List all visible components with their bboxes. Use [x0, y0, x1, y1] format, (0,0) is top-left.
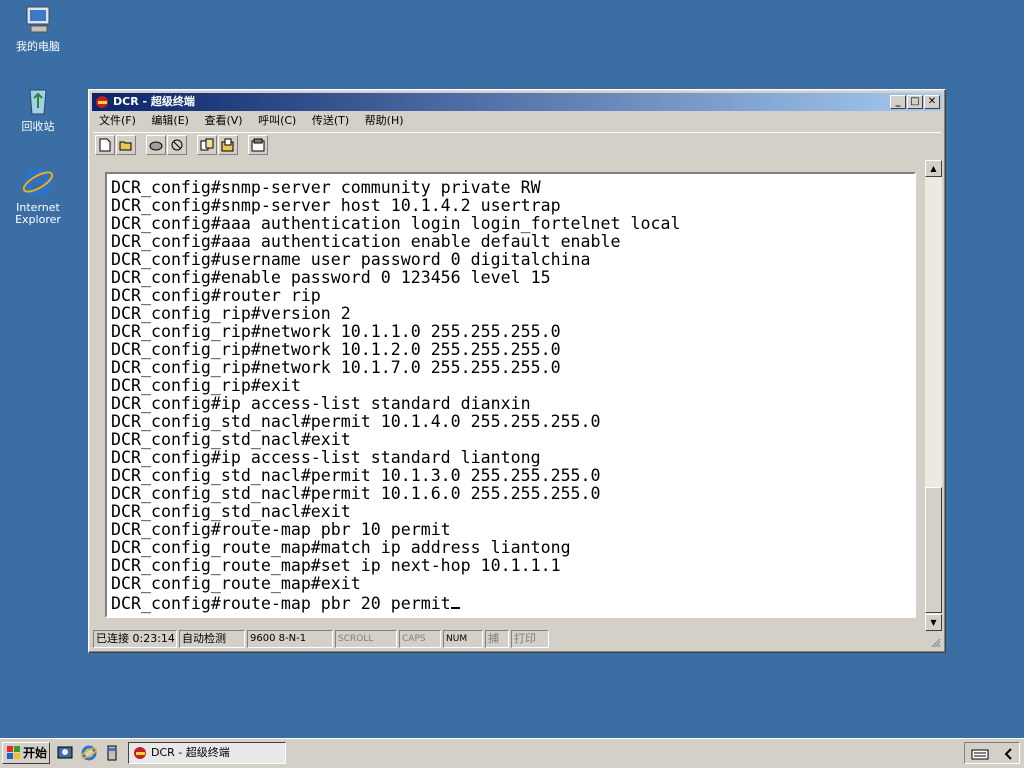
terminal-output[interactable]: DCR_config#snmp-server community private… — [111, 179, 912, 614]
desktop-icon-my-computer[interactable]: 我的电脑 — [0, 4, 76, 53]
receive-icon[interactable] — [218, 135, 238, 155]
desktop-icon-internet-explorer[interactable]: Internet Explorer — [0, 165, 76, 226]
taskbar: 开始 DCR - 超级终端 — [0, 738, 1024, 768]
internet-explorer-icon — [21, 165, 55, 199]
terminal-line: DCR_config_rip#network 10.1.2.0 255.255.… — [111, 340, 561, 359]
terminal-line: DCR_config#enable password 0 123456 leve… — [111, 268, 551, 287]
scroll-down-button[interactable]: ▼ — [925, 614, 942, 631]
window-title: DCR - 超级终端 — [113, 95, 195, 108]
hyperterminal-task-icon — [134, 747, 146, 759]
menu-help[interactable]: 帮助(H) — [359, 112, 410, 130]
hyperterminal-app-icon — [95, 95, 110, 109]
terminal-line: DCR_config#route-map pbr 20 permit — [111, 593, 912, 613]
status-bar: 已连接 0:23:14 自动检测 9600 8-N-1 SCROLL CAPS … — [93, 630, 941, 648]
system-tray — [964, 742, 1020, 764]
show-desktop-icon[interactable] — [56, 744, 74, 762]
terminal-line: DCR_config#ip access-list standard dianx… — [111, 394, 531, 413]
terminal-line: DCR_config_route_map#match ip address li… — [111, 538, 571, 557]
menu-edit[interactable]: 编辑(E) — [145, 112, 195, 130]
vertical-scrollbar[interactable]: ▲ ▼ — [925, 160, 942, 631]
terminal-line: DCR_config_std_nacl#exit — [111, 430, 351, 449]
properties-icon[interactable] — [248, 135, 268, 155]
resize-grip-icon[interactable] — [929, 636, 941, 648]
menu-file[interactable]: 文件(F) — [93, 112, 142, 130]
terminal-line: DCR_config#aaa authentication enable def… — [111, 232, 621, 251]
terminal-frame: DCR_config#snmp-server community private… — [105, 172, 916, 618]
windows-explorer-icon[interactable] — [103, 744, 121, 762]
terminal-line: DCR_config_route_map#exit — [111, 574, 361, 593]
desktop-icon-label: Internet Explorer — [15, 201, 61, 226]
disconnect-icon[interactable] — [167, 135, 187, 155]
terminal-line: DCR_config_std_nacl#exit — [111, 502, 351, 521]
internet-explorer-quicklaunch-icon[interactable] — [80, 744, 98, 762]
terminal-line: DCR_config_std_nacl#permit 10.1.3.0 255.… — [111, 466, 601, 485]
open-icon[interactable] — [116, 135, 136, 155]
status-caps: CAPS — [399, 630, 441, 648]
start-button[interactable]: 开始 — [2, 742, 50, 764]
terminal-line: DCR_config#snmp-server community private… — [111, 178, 541, 197]
hyperterminal-window: DCR - 超级终端 _ □ ✕ 文件(F) 编辑(E) 查看(V) 呼叫(C)… — [88, 89, 946, 653]
terminal-line: DCR_config#snmp-server host 10.1.4.2 use… — [111, 196, 561, 215]
terminal-line: DCR_config_rip#network 10.1.7.0 255.255.… — [111, 358, 561, 377]
start-label: 开始 — [23, 746, 48, 760]
desktop-icon-label: 我的电脑 — [16, 40, 60, 53]
send-icon[interactable] — [197, 135, 217, 155]
status-capture: 捕 — [485, 630, 509, 648]
menu-view[interactable]: 查看(V) — [198, 112, 248, 130]
keyboard-icon[interactable] — [971, 747, 989, 761]
close-button[interactable]: ✕ — [924, 95, 940, 109]
status-baud: 9600 8-N-1 — [247, 630, 333, 648]
terminal-line: DCR_config_rip#exit — [111, 376, 301, 395]
title-bar[interactable]: DCR - 超级终端 _ □ ✕ — [92, 93, 942, 111]
terminal-line: DCR_config_route_map#set ip next-hop 10.… — [111, 556, 561, 575]
menu-transfer[interactable]: 传送(T) — [306, 112, 355, 130]
terminal-line: DCR_config_rip#network 10.1.1.0 255.255.… — [111, 322, 561, 341]
tray-expand-icon[interactable] — [1003, 747, 1015, 761]
connect-icon[interactable] — [146, 135, 166, 155]
terminal-line: DCR_config_std_nacl#permit 10.1.4.0 255.… — [111, 412, 601, 431]
maximize-button[interactable]: □ — [907, 95, 923, 109]
new-icon[interactable] — [95, 135, 115, 155]
desktop-icon-recycle-bin[interactable]: 回收站 — [0, 84, 76, 133]
terminal-line: DCR_config#username user password 0 digi… — [111, 250, 591, 269]
status-print: 打印 — [511, 630, 549, 648]
windows-logo-icon — [7, 746, 20, 759]
taskbar-item-hyperterminal[interactable]: DCR - 超级终端 — [128, 742, 286, 764]
task-label: DCR - 超级终端 — [151, 746, 230, 759]
scroll-up-button[interactable]: ▲ — [925, 160, 942, 177]
desktop-icon-label: 回收站 — [21, 120, 55, 133]
minimize-button[interactable]: _ — [890, 95, 906, 109]
my-computer-icon — [21, 4, 55, 38]
status-connected: 已连接 0:23:14 — [93, 630, 177, 648]
terminal-line: DCR_config_std_nacl#permit 10.1.6.0 255.… — [111, 484, 601, 503]
terminal-line: DCR_config#aaa authentication login logi… — [111, 214, 681, 233]
menu-call[interactable]: 呼叫(C) — [252, 112, 302, 130]
status-num: NUM — [443, 630, 483, 648]
status-scroll: SCROLL — [335, 630, 397, 648]
menu-bar: 文件(F) 编辑(E) 查看(V) 呼叫(C) 传送(T) 帮助(H) — [93, 112, 410, 130]
recycle-bin-icon — [21, 84, 55, 118]
terminal-line: DCR_config_rip#version 2 — [111, 304, 351, 323]
status-detect: 自动检测 — [179, 630, 245, 648]
toolbar — [93, 132, 941, 157]
scroll-thumb[interactable] — [925, 487, 942, 613]
terminal-line: DCR_config#route-map pbr 10 permit — [111, 520, 451, 539]
terminal-line: DCR_config#router rip — [111, 286, 321, 305]
terminal-line: DCR_config#ip access-list standard liant… — [111, 448, 541, 467]
text-cursor — [450, 593, 460, 609]
